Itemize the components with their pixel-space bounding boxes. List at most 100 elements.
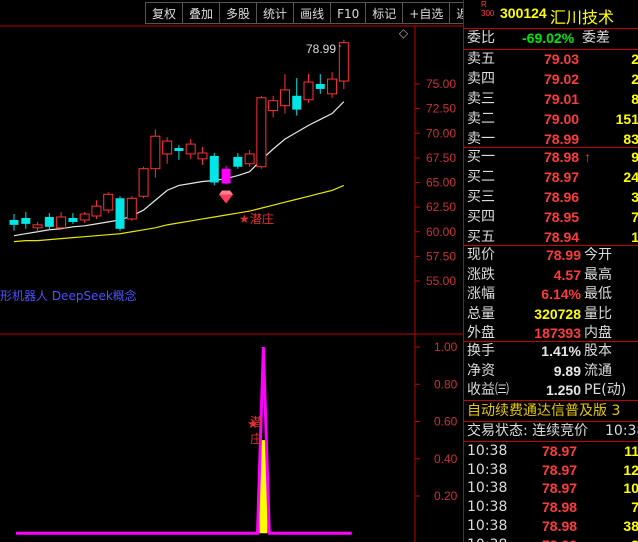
toolbar-button-2[interactable]: 多股 (219, 2, 257, 24)
buy-volume: 9 (631, 148, 638, 167)
toolbar-button-5[interactable]: F10 (330, 2, 366, 24)
candle-body (209, 155, 219, 183)
candle-body (185, 143, 196, 155)
chart-canvas[interactable]: 75.00 72.50 70.00 67.50 65.00 62.50 60.00 57.50… (0, 0, 463, 542)
up-arrow-icon: ↑ (584, 149, 591, 165)
sell-level-3: 卖三 79.01 8 (464, 90, 638, 109)
buy-level-1: 买一 78.98↑ 9 (464, 148, 638, 167)
ma-yellow-line (13, 184, 345, 243)
toolbar-button-3[interactable]: 统计 (256, 2, 294, 24)
indicator-axis-label: 0.60 (434, 415, 458, 429)
candle-body (197, 152, 208, 160)
r-badge: R (481, 0, 487, 9)
candle-body (268, 100, 279, 112)
trade-status-time: 10:38 (605, 423, 638, 439)
toolbar-button-6[interactable]: 标记 (365, 2, 403, 24)
sell-price: 79.03 (544, 51, 580, 67)
tick-row: 10:38 78.97 12 (464, 461, 638, 480)
candle-body (138, 168, 149, 197)
tick-volume: 10 (623, 480, 638, 497)
tick-time: 10:38 (467, 443, 508, 459)
buy-price: 78.98 (544, 149, 580, 165)
tick-row: 10:38 78.98 7 (464, 498, 638, 517)
promo-ticker[interactable]: 自动续费通达信普及版 3 (467, 402, 638, 421)
sell-volume: 2 (631, 70, 638, 89)
tick-row: 10:38 78.99 3 (464, 536, 638, 542)
trade-status-label: 交易状态: 连续竞价 (467, 423, 589, 439)
tick-price: 78.97 (542, 461, 578, 478)
buy-label: 买三 (467, 189, 495, 205)
buy-level-4: 买四 78.95 7 (464, 208, 638, 227)
sell-level-4: 卖四 79.02 2 (464, 70, 638, 89)
stats-row: 收益㈢ 1.250 PE(动) (464, 381, 638, 400)
candle-body (244, 153, 255, 165)
tick-price: 78.98 (542, 517, 578, 534)
tick-time: 10:38 (467, 517, 508, 534)
tick-price: 78.97 (542, 480, 578, 497)
price-axis-label: 72.50 (426, 102, 456, 116)
sell-label: 卖四 (467, 71, 495, 87)
stock-name[interactable]: 汇川技术 (550, 4, 614, 28)
candle-body (44, 216, 54, 227)
stock-code[interactable]: 300124 (500, 5, 547, 21)
quote-value: 78.99 (545, 247, 581, 263)
price-axis-label: 75.00 (426, 77, 456, 91)
candle-body (150, 135, 161, 170)
sell-price: 79.00 (544, 111, 580, 127)
stats-value: 9.89 (553, 362, 581, 379)
price-axis-label: 62.50 (426, 200, 456, 214)
toolbar-button-4[interactable]: 画线 (293, 2, 331, 24)
stats-row: 净资 9.89 流通 (464, 362, 638, 381)
candle-body (327, 78, 338, 95)
toolbar-button-1[interactable]: 叠加 (182, 2, 220, 24)
sell-volume: 8 (631, 90, 638, 109)
quote-label-right: 量比 (584, 305, 612, 322)
tick-time: 10:38 (467, 480, 508, 497)
kline-chart[interactable]: 75.00 72.50 70.00 67.50 65.00 62.50 60.00 57.50… (0, 0, 463, 542)
candle-body (56, 216, 67, 229)
tick-price: 78.99 (542, 536, 577, 542)
tick-time: 10:38 (467, 536, 507, 542)
toolbar-button-7[interactable]: +自选 (402, 2, 450, 24)
indicator-axis-label: 0.20 (434, 489, 458, 503)
candle-body (174, 148, 184, 151)
buy-price: 78.96 (544, 189, 580, 205)
candle-body (126, 197, 137, 220)
buy-volume: 24 (623, 169, 638, 185)
candle-body (221, 168, 231, 184)
indicator-axis-label: 0.80 (434, 377, 458, 391)
tick-volume: 11 (624, 443, 638, 459)
stats-label: 收益㈢ (467, 382, 509, 398)
diamond-icon[interactable]: ◇ (397, 27, 410, 40)
quote-row: 现价 78.99 今开 (464, 246, 638, 265)
buy-label: 买四 (467, 209, 495, 225)
price-axis-label: 67.50 (426, 151, 456, 165)
diamond-signal-icon (219, 194, 234, 204)
buy-label: 买二 (467, 169, 495, 185)
tick-volume: 7 (631, 498, 638, 517)
quote-label: 总量 (467, 305, 495, 322)
price-tag: 78.99 (306, 42, 337, 56)
stats-label-right: 流通 (584, 362, 612, 379)
quote-row: 涨幅 6.14% 最低 (464, 285, 638, 304)
weidiff-label: 委差 (582, 30, 610, 46)
sell-label: 卖五 (467, 51, 495, 67)
candle-body (315, 84, 325, 89)
candle-body (303, 81, 314, 101)
tick-volume: 3 (631, 536, 638, 542)
tick-volume: 12 (623, 461, 638, 478)
quote-label-right: 最低 (584, 286, 612, 302)
price-axis-label: 55.00 (426, 274, 456, 288)
tick-price: 78.98 (542, 499, 578, 516)
buy-volume: 3 (631, 188, 638, 207)
tick-row: 10:38 78.97 10 (464, 479, 638, 498)
weibi-label: 委比 (467, 30, 495, 46)
quote-label: 涨幅 (467, 286, 495, 302)
tick-time: 10:38 (467, 499, 508, 516)
quote-row: 总量 320728 量比 (464, 305, 638, 324)
qianzhuang-label-top: ★潜庄 (239, 212, 274, 226)
tick-price: 78.97 (542, 443, 578, 459)
candle-body (68, 217, 78, 222)
toolbar-button-0[interactable]: 复权 (145, 2, 183, 24)
sell-level-2: 卖二 79.00 151 (464, 110, 638, 129)
